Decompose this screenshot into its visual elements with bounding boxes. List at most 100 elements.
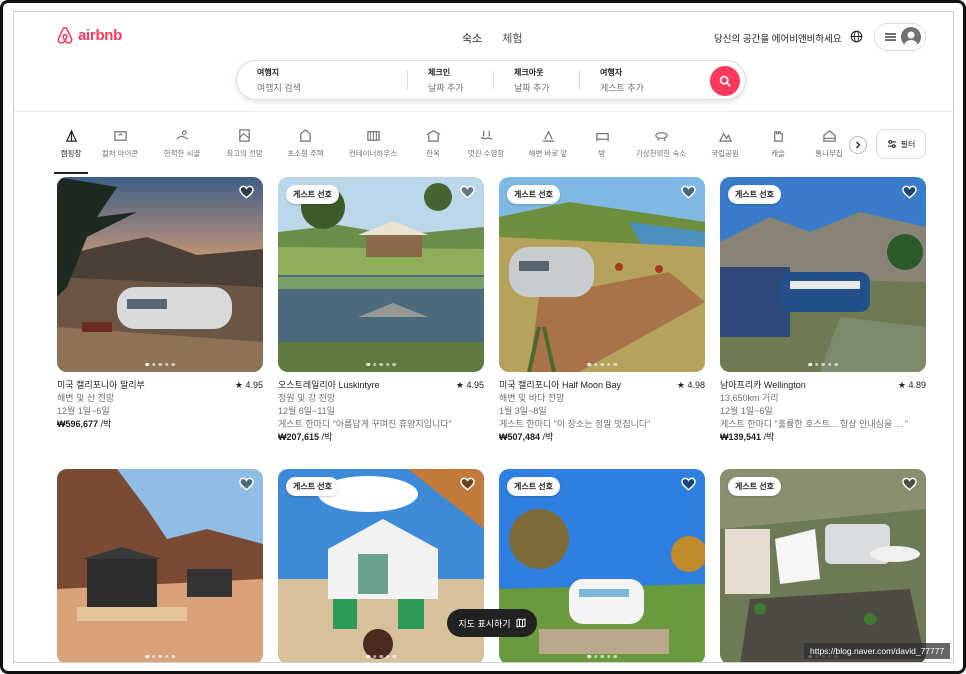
listing-photo[interactable]: 게스트 선호 (278, 177, 484, 372)
category-label: 컬처 아이콘 (101, 149, 139, 158)
checkout-field[interactable]: 체크아웃 날짜 추가 (494, 61, 579, 99)
listing-info: 미국 캘리포니아 Half Moon Bay ★ 4.98 해변 및 바다 전망 … (499, 379, 705, 444)
category-item[interactable]: 컨테이너하우스 (338, 128, 408, 168)
category-item[interactable]: 통나무집 (806, 128, 852, 168)
checkin-field[interactable]: 체크인 날짜 추가 (408, 61, 493, 99)
map-icon (516, 618, 526, 628)
show-map-button[interactable]: 지도 표시하기 (447, 609, 537, 637)
heart-icon[interactable] (902, 185, 917, 199)
guest-favorite-badge: 게스트 선호 (286, 477, 340, 496)
listing-card[interactable] (57, 469, 263, 662)
half-moon-bay-photo (499, 177, 705, 372)
category-item[interactable]: 컬처 아이콘 (92, 128, 148, 168)
listing-info: 미국 캘리포니아 말리부 ★ 4.95 해변 및 산 전망 12월 1일~6일 ₩… (57, 379, 263, 431)
listing-view: 해변 및 산 전망 (57, 393, 115, 403)
guests-label: 여행자 (600, 67, 623, 77)
listing-photo[interactable] (57, 177, 263, 372)
show-map-label: 지도 표시하기 (458, 618, 511, 629)
category-next-button[interactable] (849, 136, 867, 154)
user-menu-button[interactable] (874, 23, 926, 51)
listing-review: 게스트 한마디 "아름답게 꾸며진 휴양지입니다" (278, 419, 452, 429)
checkin-input[interactable]: 날짜 추가 (428, 81, 493, 94)
heart-icon[interactable] (239, 477, 254, 491)
category-item[interactable]: 캠핑장 (54, 128, 88, 174)
category-item[interactable]: 한적한 시골 (152, 128, 212, 168)
heart-icon[interactable] (681, 477, 696, 491)
category-item[interactable]: 최고의 전망 (216, 128, 273, 168)
listing-card[interactable]: 미국 캘리포니아 말리부 ★ 4.95 해변 및 산 전망 12월 1일~6일 ₩… (57, 177, 263, 431)
price-unit: /박 (98, 419, 112, 429)
listing-card[interactable]: 게스트 선호 (720, 469, 926, 662)
heart-icon[interactable] (460, 477, 475, 491)
category-icon (822, 130, 836, 142)
price-unit: /박 (319, 432, 333, 442)
listing-card[interactable]: 게스트 선호 미국 캘리포니아 Half Moon Bay ★ 4.98 해변 및… (499, 177, 705, 444)
search-button[interactable] (710, 66, 740, 96)
checkout-input[interactable]: 날짜 추가 (514, 81, 579, 94)
listing-distance: 13,650km 거리 (720, 393, 779, 403)
listing-photo[interactable]: 게스트 선호 (499, 177, 705, 372)
listing-photo[interactable]: 게스트 선호 (720, 469, 926, 662)
header: airbnb 숙소 체험 당신의 공간을 에어비앤비하세요 여행지 여행지 검색… (14, 12, 953, 112)
guests-input[interactable]: 게스트 추가 (600, 81, 700, 94)
category-item[interactable]: 기상천외한 숙소 (626, 128, 696, 168)
category-label: 통나무집 (815, 149, 843, 158)
airstream-malibu-photo (57, 177, 263, 372)
category-icon (366, 131, 380, 141)
listing-card[interactable]: 게스트 선호 남아프리카 Wellington ★ 4.89 13,650km 거… (720, 177, 926, 444)
photo-pagination (145, 362, 175, 366)
category-label: 캐슬 (771, 149, 785, 158)
category-item[interactable]: 방 (582, 128, 622, 168)
listing-rating: ★ 4.98 (676, 380, 705, 390)
price-value: ₩139,541 (720, 432, 762, 442)
guest-favorite-badge: 게스트 선호 (507, 185, 561, 204)
listing-rating: ★ 4.95 (234, 380, 263, 390)
category-item[interactable]: 해변 바로 앞 (518, 128, 578, 168)
listing-price: ₩139,541 /박 (720, 431, 926, 444)
price-unit: /박 (761, 432, 775, 442)
price-value: ₩507,484 (499, 432, 541, 442)
heart-icon[interactable] (902, 477, 917, 491)
listing-photo[interactable]: 게스트 선호 (720, 177, 926, 372)
airbnb-logo[interactable]: airbnb (56, 26, 122, 45)
category-label: 초소형 주택 (287, 149, 324, 158)
tab-experiences[interactable]: 체험 (502, 30, 522, 46)
category-item[interactable]: 캐슬 (754, 128, 802, 168)
category-icon (175, 130, 188, 140)
browser-viewport: airbnb 숙소 체험 당신의 공간을 에어비앤비하세요 여행지 여행지 검색… (13, 11, 954, 663)
chevron-right-icon (856, 141, 861, 149)
globe-icon[interactable] (850, 30, 863, 43)
guests-field[interactable]: 여행자 게스트 추가 (580, 61, 700, 99)
tab-stays[interactable]: 숙소 (462, 30, 482, 46)
listing-location: 남아프리카 Wellington (720, 380, 806, 390)
heart-icon[interactable] (239, 185, 254, 199)
category-icon (479, 130, 493, 140)
photo-pagination (145, 654, 175, 658)
guest-favorite-badge: 게스트 선호 (507, 477, 561, 496)
filter-button[interactable]: 필터 (876, 129, 926, 159)
listing-card[interactable]: 게스트 선호 오스트레일리아 Luskintyre ★ 4.95 정원 및 강 전… (278, 177, 484, 444)
category-item[interactable]: 멋진 수영장 (458, 128, 514, 168)
host-link[interactable]: 당신의 공간을 에어비앤비하세요 (714, 31, 842, 45)
guest-favorite-badge: 게스트 선호 (728, 477, 782, 496)
category-item[interactable]: 한옥 (412, 128, 454, 168)
search-bar[interactable]: 여행지 여행지 검색 체크인 날짜 추가 체크아웃 날짜 추가 여행자 게스트 … (236, 60, 746, 100)
listing-photo[interactable] (57, 469, 263, 662)
checkout-label: 체크아웃 (514, 67, 544, 77)
where-field[interactable]: 여행지 여행지 검색 (237, 61, 407, 99)
heart-icon[interactable] (460, 185, 475, 199)
guest-favorite-badge: 게스트 선호 (286, 185, 340, 204)
heart-icon[interactable] (681, 185, 696, 199)
photo-pagination (366, 654, 396, 658)
category-label: 한적한 시골 (163, 149, 201, 158)
price-unit: /박 (540, 432, 554, 442)
guest-favorite-badge: 게스트 선호 (728, 185, 782, 204)
where-input[interactable]: 여행지 검색 (257, 81, 407, 94)
listing-dates: 12월 6일~11일 (278, 406, 335, 416)
category-item[interactable]: 국립공원 (700, 128, 750, 168)
category-item[interactable]: 초소형 주택 (277, 128, 334, 168)
category-label: 캠핑장 (60, 149, 82, 158)
listing-price: ₩596,677 /박 (57, 418, 263, 431)
top-nav: 숙소 체험 (462, 30, 523, 46)
photo-pagination (366, 362, 396, 366)
